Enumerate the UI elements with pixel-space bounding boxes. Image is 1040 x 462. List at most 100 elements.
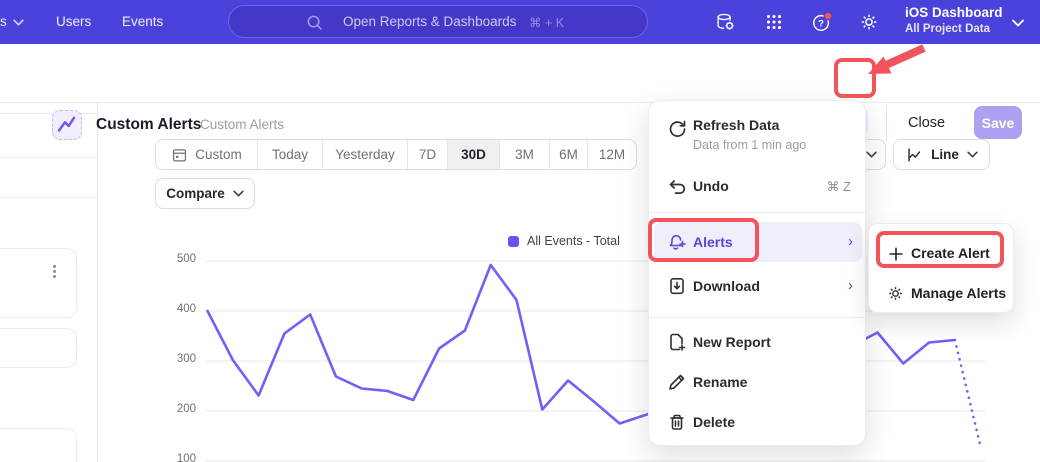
range-label: Today — [272, 147, 308, 162]
legend-label: All Events - Total — [527, 234, 620, 248]
project-scope: All Project Data — [905, 23, 990, 35]
menu-divider — [649, 317, 867, 318]
range-label: 3M — [515, 147, 534, 162]
date-range-selector: Custom Today Yesterday 7D 30D 3M 6M 12M — [155, 139, 637, 170]
search-input[interactable]: Open Reports & Dashboards ⌘ + K — [228, 5, 648, 38]
help-icon[interactable]: ? — [811, 11, 833, 33]
menu-item-shortcut: ⌘ Z — [826, 179, 851, 195]
chart-type-label: Line — [931, 147, 959, 162]
y-axis-tick: 100 — [160, 453, 196, 462]
chevron-down-icon — [967, 151, 978, 158]
range-30d-selected[interactable]: 30D — [448, 140, 500, 169]
new-report-icon — [667, 332, 687, 352]
report-header: Custom Alerts Custom Alerts GV Duplicate… — [0, 44, 1040, 103]
sidebar-divider — [0, 197, 98, 198]
menu-item-label: Download — [693, 278, 760, 294]
download-icon — [667, 276, 687, 296]
search-placeholder: Open Reports & Dashboards — [343, 14, 516, 29]
range-today[interactable]: Today — [258, 140, 323, 169]
sidebar-card[interactable] — [0, 428, 77, 462]
menu-item-undo[interactable]: Undo ⌘ Z — [649, 167, 867, 205]
legend-swatch — [508, 236, 519, 247]
undo-icon — [667, 176, 687, 196]
left-sidebar — [0, 103, 98, 462]
y-axis-tick: 300 — [160, 353, 196, 365]
submenu-chevron: › — [848, 277, 853, 294]
menu-item-new-report[interactable]: New Report — [649, 323, 867, 361]
chevron-down-icon — [1012, 19, 1024, 27]
svg-text:?: ? — [818, 19, 824, 30]
menu-item-download[interactable]: Download › — [649, 266, 867, 306]
menu-item-alerts[interactable]: Alerts › — [649, 222, 867, 262]
save-button[interactable]: Save — [974, 106, 1022, 139]
trash-icon — [667, 412, 687, 432]
chevron-down-icon — [866, 151, 877, 158]
sidebar-card[interactable] — [0, 248, 77, 318]
menu-item-label: Undo — [693, 178, 729, 194]
submenu-item-label: Manage Alerts — [911, 285, 1006, 301]
menu-item-label: Rename — [693, 374, 747, 390]
compare-label: Compare — [166, 186, 225, 201]
sidebar-card[interactable] — [0, 328, 77, 368]
compare-button[interactable]: Compare — [155, 178, 255, 209]
menu-item-label: Alerts — [693, 234, 733, 250]
y-axis-tick: 400 — [160, 303, 196, 315]
breadcrumb: Custom Alerts — [200, 117, 284, 132]
line-chart-icon — [905, 146, 923, 164]
nav-item-partial[interactable]: s — [0, 14, 7, 29]
report-type-icon — [52, 110, 82, 140]
pencil-icon — [667, 372, 687, 392]
plus-icon — [887, 245, 905, 263]
refresh-icon — [667, 119, 687, 139]
more-options-menu: Refresh Data Data from 1 min ago Undo ⌘ … — [648, 100, 866, 446]
chevron-down-icon — [13, 19, 24, 26]
range-6m[interactable]: 6M — [550, 140, 588, 169]
kebab-menu-icon[interactable] — [53, 263, 56, 280]
range-7d[interactable]: 7D — [408, 140, 448, 169]
submenu-item-create-alert[interactable]: Create Alert — [869, 236, 1015, 272]
search-shortcut: ⌘ + K — [529, 15, 564, 30]
menu-item-label: New Report — [693, 334, 771, 350]
alert-bell-icon — [667, 232, 687, 252]
menu-item-rename[interactable]: Rename — [649, 363, 867, 401]
calendar-icon — [171, 146, 188, 163]
project-name: iOS Dashboard — [905, 5, 1003, 20]
range-label: Yesterday — [335, 147, 395, 162]
close-button[interactable]: Close — [908, 115, 945, 131]
chevron-down-icon — [233, 190, 244, 197]
range-label: 30D — [461, 147, 486, 162]
submenu-chevron: › — [848, 233, 853, 250]
menu-item-label: Refresh Data — [693, 117, 779, 133]
data-management-icon[interactable] — [714, 11, 736, 33]
nav-partial-label: s — [0, 14, 7, 29]
gear-icon[interactable] — [858, 11, 880, 33]
search-icon — [305, 13, 324, 32]
range-12m[interactable]: 12M — [588, 140, 636, 169]
sidebar-divider — [0, 113, 98, 114]
alerts-submenu: Create Alert Manage Alerts — [868, 223, 1014, 313]
range-3m[interactable]: 3M — [500, 140, 550, 169]
y-axis-tick: 200 — [160, 403, 196, 415]
header-divider — [886, 105, 887, 141]
nav-item-users[interactable]: Users — [56, 14, 91, 29]
submenu-item-manage-alerts[interactable]: Manage Alerts — [869, 276, 1015, 312]
menu-item-delete[interactable]: Delete — [649, 403, 867, 441]
range-yesterday[interactable]: Yesterday — [323, 140, 408, 169]
menu-item-refresh-data[interactable]: Refresh Data Data from 1 min ago — [649, 109, 867, 161]
sidebar-divider — [0, 157, 98, 158]
page-title: Custom Alerts — [96, 116, 201, 134]
range-label: Custom — [195, 147, 242, 162]
apps-grid-icon[interactable] — [763, 11, 785, 33]
chart-type-button[interactable]: Line — [893, 139, 990, 170]
notification-dot — [824, 12, 832, 20]
project-switcher[interactable]: iOS Dashboard All Project Data — [900, 0, 1030, 44]
nav-item-events[interactable]: Events — [122, 14, 163, 29]
chart-legend[interactable]: All Events - Total — [508, 234, 620, 248]
menu-divider — [649, 212, 867, 213]
menu-item-label: Delete — [693, 414, 735, 430]
range-label: 12M — [599, 147, 625, 162]
submenu-item-label: Create Alert — [911, 245, 990, 261]
app-root: s Users Events Open Reports & Dashboards… — [0, 0, 1040, 462]
range-custom[interactable]: Custom — [156, 140, 258, 169]
line-chart-icon — [53, 111, 80, 138]
